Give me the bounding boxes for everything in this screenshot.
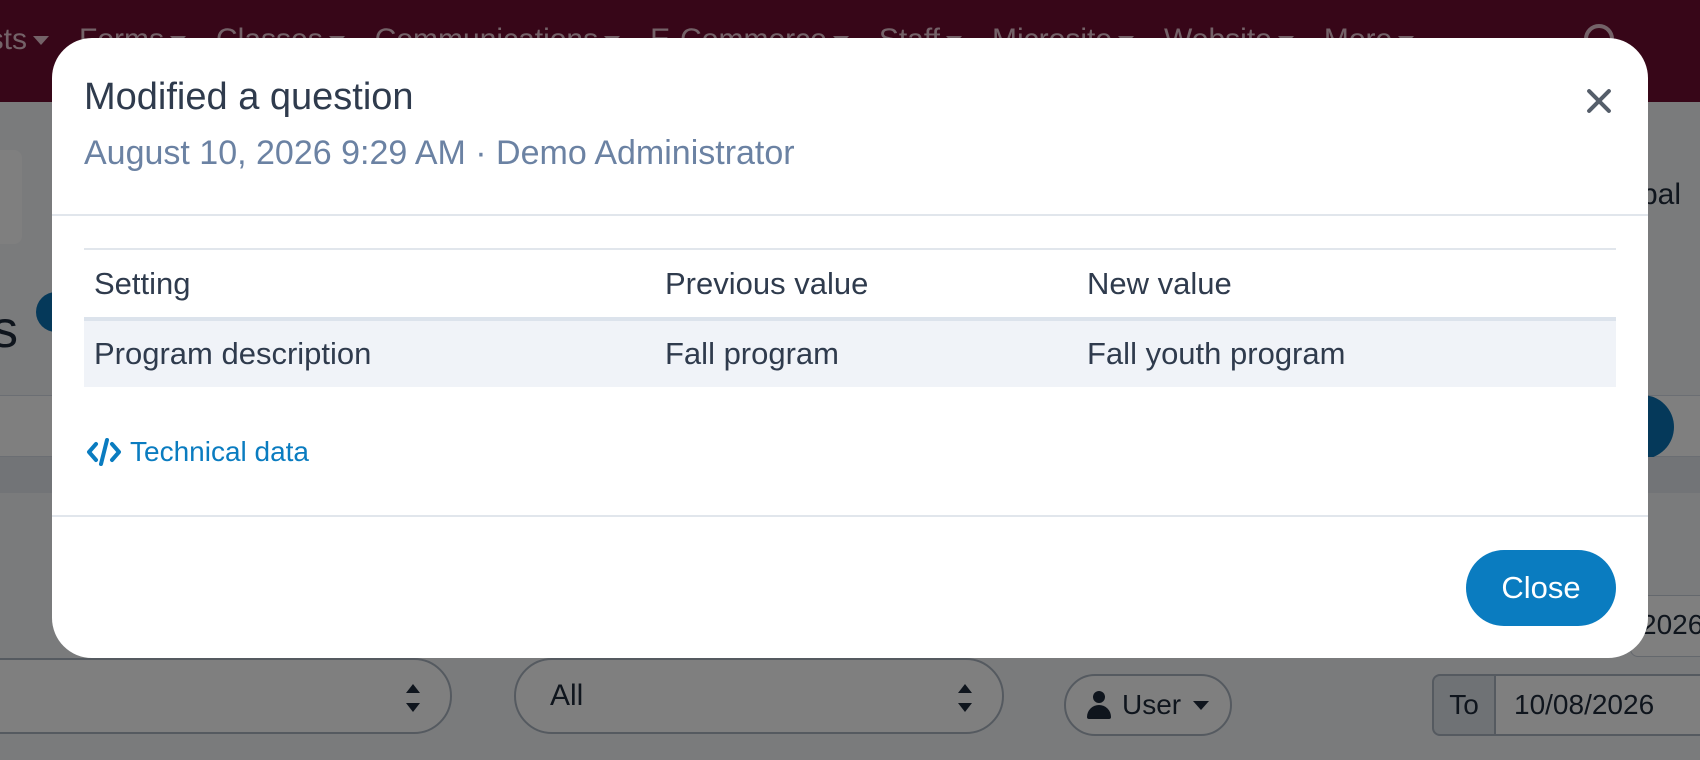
- technical-data-label: Technical data: [130, 436, 310, 467]
- modal-footer-divider: [52, 515, 1648, 517]
- cell-setting: Program description: [84, 319, 655, 387]
- table-row: Program description Fall program Fall yo…: [84, 319, 1616, 387]
- header-new-value: New value: [1087, 265, 1232, 301]
- code-icon: [87, 438, 121, 466]
- close-button[interactable]: Close: [1466, 550, 1616, 626]
- modal-subtitle: August 10, 2026 9:29 AM · Demo Administr…: [84, 134, 795, 172]
- header-setting: Setting: [94, 265, 191, 301]
- technical-data-link[interactable]: Technical data: [86, 436, 309, 468]
- close-icon[interactable]: [1582, 84, 1616, 118]
- cell-previous-value: Fall program: [655, 319, 1077, 387]
- cell-new-value: Fall youth program: [1077, 319, 1616, 387]
- modal-header: Modified a question August 10, 2026 9:29…: [52, 38, 1648, 216]
- change-details-modal: Modified a question August 10, 2026 9:29…: [52, 38, 1648, 658]
- header-previous-value: Previous value: [665, 265, 869, 301]
- table-header-row: Setting Previous value New value: [84, 249, 1616, 319]
- changes-table: Setting Previous value New value Program…: [84, 248, 1616, 387]
- modal-title: Modified a question: [84, 76, 414, 118]
